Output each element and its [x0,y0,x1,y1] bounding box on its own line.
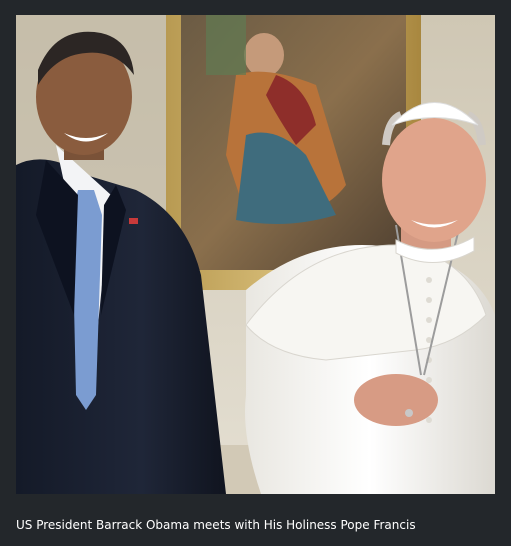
flag-pin [129,218,138,224]
painting-background-detail [206,15,246,75]
news-photo[interactable] [16,15,495,494]
photo-illustration [16,15,495,494]
right-man-hand [354,374,438,426]
photo-caption: US President Barrack Obama meets with Hi… [16,518,416,532]
ring [405,409,413,417]
photo-card: US President Barrack Obama meets with Hi… [0,0,511,546]
right-man-head [382,118,486,242]
painting-figure-head [244,33,284,77]
